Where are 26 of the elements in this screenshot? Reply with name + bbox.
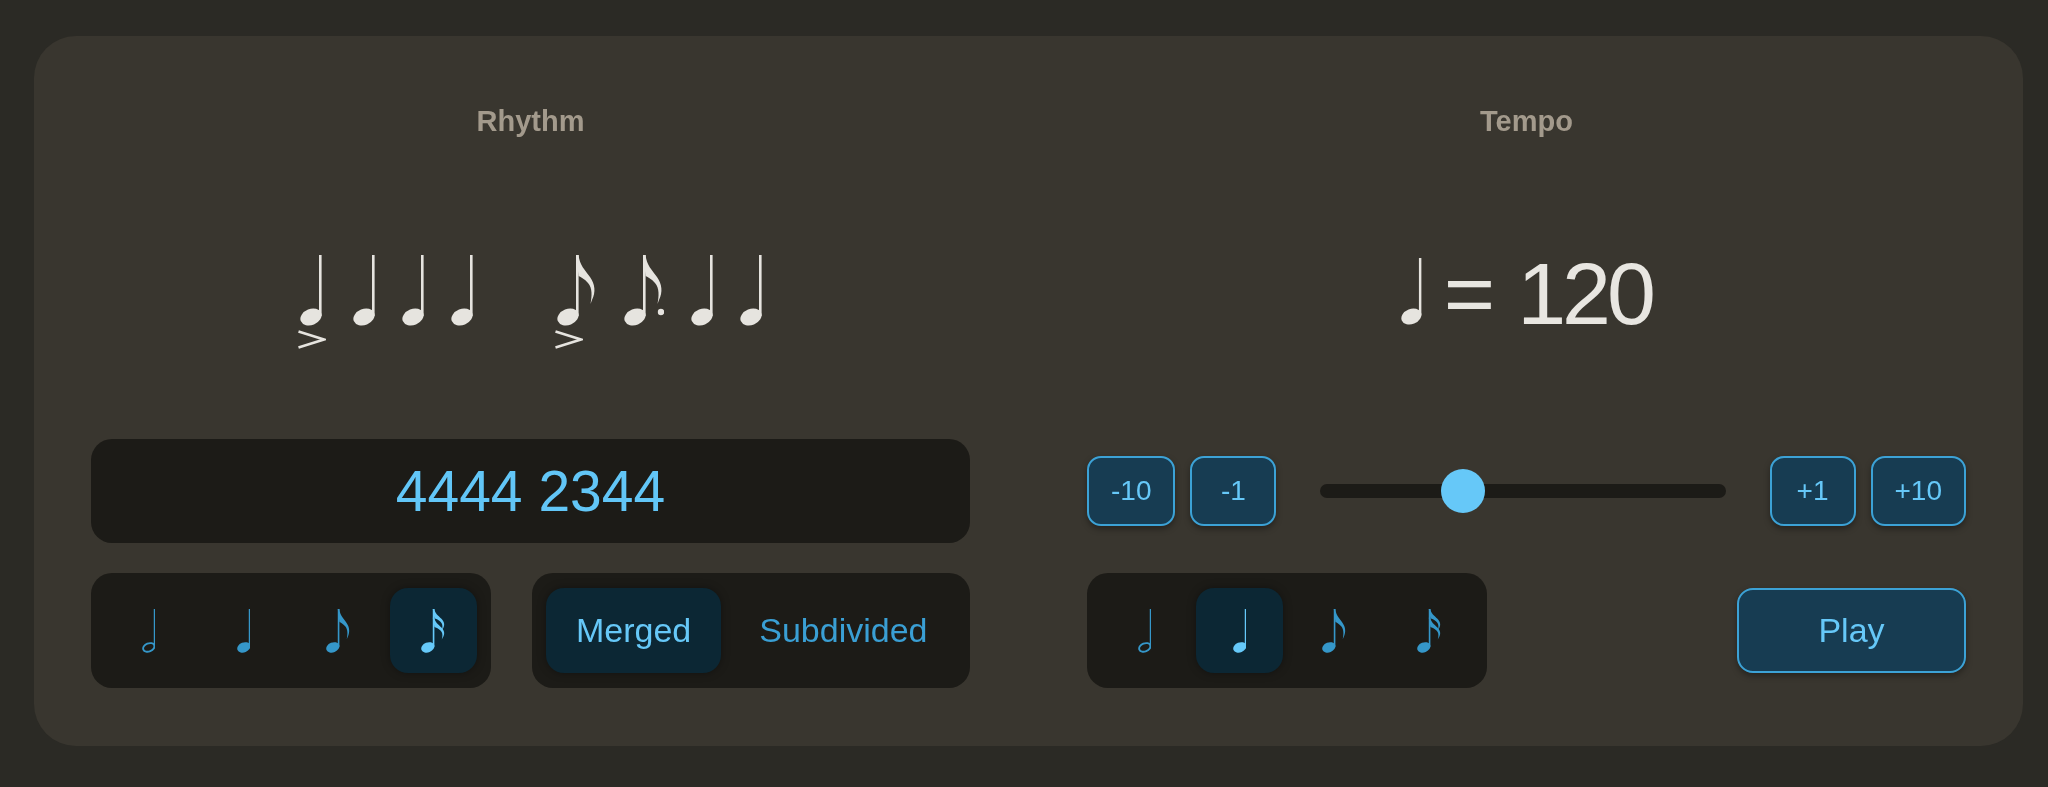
half-note-icon: [1137, 608, 1152, 653]
section-title: Tempo: [1480, 104, 1573, 138]
tempo-step-button[interactable]: -1: [1190, 456, 1277, 526]
quarter-note-icon: [299, 255, 322, 326]
quarter-note-icon: [1232, 608, 1247, 653]
equals-sign: =: [1443, 250, 1496, 338]
eighth-note-icon: [1322, 608, 1347, 653]
tempo-value: 120: [1517, 250, 1652, 338]
view-mode-option[interactable]: Subdivided: [729, 588, 958, 673]
slider-thumb[interactable]: [1440, 469, 1485, 513]
tempo-step-button[interactable]: -10: [1087, 456, 1176, 526]
tempo-step-button[interactable]: +10: [1870, 456, 1966, 526]
tempo-slider-track[interactable]: [1320, 469, 1726, 513]
section-title: Rhythm: [476, 104, 585, 138]
play-button[interactable]: Play: [1737, 588, 1966, 673]
quarter-note-icon: [236, 608, 251, 653]
note-length-option[interactable]: [390, 588, 477, 673]
eighth-note-icon: [326, 608, 351, 653]
quarter-note-icon: [1401, 258, 1422, 325]
view-mode-option[interactable]: Merged: [546, 588, 722, 673]
eighth-note-icon: [556, 255, 597, 326]
tempo-step-button[interactable]: +1: [1769, 456, 1856, 526]
rhythm-pattern-field[interactable]: 4444 2344: [91, 439, 970, 543]
sixteenth-note-icon: [421, 608, 446, 653]
half-note-icon: [141, 608, 156, 653]
sixteenth-note-icon: [1417, 608, 1442, 653]
